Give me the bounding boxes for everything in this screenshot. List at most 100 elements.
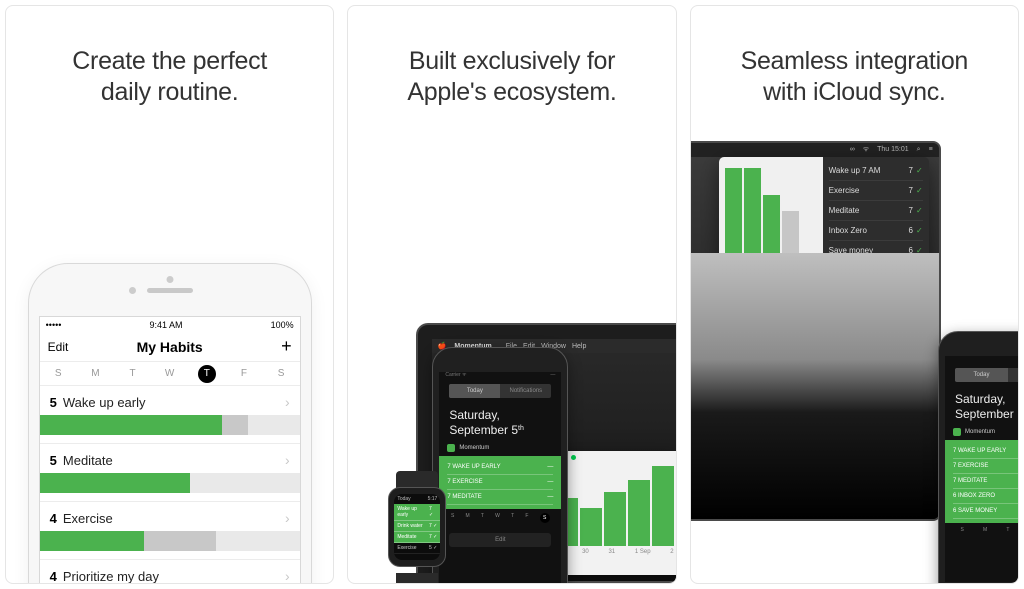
mac-window: 2930311 Sep2 — [550, 451, 676, 575]
status-time: 9:41 AM — [150, 320, 183, 330]
habit-progress-bar — [40, 473, 300, 493]
edit-button[interactable]: Edit — [48, 340, 84, 354]
popover-habit-row[interactable]: Save money6✓ — [829, 241, 923, 261]
chart-bar — [604, 492, 626, 546]
desktop-display-mockup: ∞ ᯤ Thu 15:01 ⌕ ≡ 311 Sep234 Wake up 7 A… — [691, 141, 941, 521]
headline: Create the perfect daily routine. — [6, 6, 333, 109]
stage: ••••• 9:41 AM 100% Edit My Habits + S M T W… — [6, 109, 333, 584]
watch-time: 5:17 — [428, 496, 438, 502]
watch-title: Today — [397, 496, 410, 502]
nav-bar: Edit My Habits + — [40, 332, 300, 362]
mini-week: SMTWTFS — [439, 509, 561, 527]
weekday[interactable]: S — [49, 368, 67, 379]
habit-row[interactable]: 5 Wake up early › — [40, 386, 300, 444]
habit-row[interactable]: 4 Prioritize my day › — [40, 560, 300, 584]
weekday[interactable]: F — [235, 368, 253, 379]
iphone-white-mockup: ••••• 9:41 AM 100% Edit My Habits + S M T W… — [28, 263, 312, 584]
habit-count: 5 — [50, 453, 57, 468]
weekday[interactable]: T — [198, 365, 216, 383]
widget-item[interactable]: 6 INBOX ZERO— — [953, 489, 1018, 504]
nav-title: My Habits — [137, 339, 203, 355]
status-bar: ••••• 9:41 AM 100% — [40, 317, 300, 332]
seg-notifications[interactable]: Notifications — [500, 384, 551, 398]
app-icon — [953, 428, 961, 436]
habit-name: Exercise — [63, 511, 113, 526]
widget-item[interactable]: 7 MEDITATE— — [447, 490, 553, 505]
menubar-item[interactable]: Help — [572, 343, 586, 350]
today-date: Saturday, September — [945, 386, 1018, 426]
stage: 🍎 Momentum FileEditWindowHelp 2930311 Se… — [348, 109, 675, 584]
panel-apple-ecosystem: Built exclusively for Apple's ecosystem.… — [347, 5, 676, 584]
habit-count: 4 — [50, 569, 57, 584]
habit-name: Wake up early — [63, 395, 146, 410]
widget-title: Momentum — [439, 442, 561, 454]
search-icon[interactable]: ⌕ — [917, 146, 921, 154]
chevron-right-icon: › — [285, 394, 290, 410]
weekday[interactable]: T — [124, 368, 142, 379]
popover-chart — [725, 163, 819, 279]
habit-progress-bar — [40, 415, 300, 435]
widget-item[interactable]: 7 MEDITATE— — [953, 474, 1018, 489]
popover-habits: Wake up 7 AM7✓Exercise7✓Meditate7✓Inbox … — [823, 157, 929, 305]
segmented-control[interactable]: Today Notifications — [449, 384, 551, 398]
menubar-popover: 311 Sep234 Wake up 7 AM7✓Exercise7✓Medit… — [719, 157, 929, 305]
popover-habit-row[interactable]: Wake up 7 AM7✓ — [829, 161, 923, 181]
mini-week: SMTWT — [945, 523, 1018, 537]
today-date: Saturday, September 5th — [439, 402, 561, 442]
widget-item[interactable]: 7 WAKE UP EARLY— — [953, 444, 1018, 459]
habit-widget: 7 WAKE UP EARLY—7 EXERCISE—7 MEDITATE—6 … — [945, 440, 1018, 523]
panel-icloud-sync: Seamless integration with iCloud sync. ∞… — [690, 5, 1019, 584]
popover-habit-row[interactable]: Inbox Zero6✓ — [829, 221, 923, 241]
habit-widget: 7 WAKE UP EARLY—7 EXERCISE—7 MEDITATE— — [439, 456, 561, 509]
chevron-right-icon: › — [285, 510, 290, 526]
chart-bar — [580, 508, 602, 546]
chevron-right-icon: › — [285, 452, 290, 468]
mac-chart — [550, 464, 676, 546]
wifi-icon[interactable]: ᯤ — [863, 145, 869, 154]
infinity-icon[interactable]: ∞ — [850, 146, 855, 153]
chart-bar — [628, 480, 650, 546]
chevron-right-icon: › — [285, 568, 290, 584]
panel-create-routine: Create the perfect daily routine. ••••• … — [5, 5, 334, 584]
widget-item[interactable]: 7 EXERCISE— — [447, 475, 553, 490]
habit-name: Meditate — [63, 453, 113, 468]
mac-axis: 2930311 Sep2 — [550, 546, 676, 555]
weekday[interactable]: W — [161, 368, 179, 379]
iphone-black-mockup: Today Saturday, September Momentum 7 WAK… — [938, 331, 1018, 583]
battery: 100% — [271, 320, 294, 330]
weekday[interactable]: M — [86, 368, 104, 379]
popover-habit-row[interactable]: Meditate7✓ — [829, 201, 923, 221]
popover-axis: 311 Sep234 — [725, 283, 819, 293]
mac-menubar: ∞ ᯤ Thu 15:01 ⌕ ≡ — [691, 143, 939, 157]
iphone-screen: ••••• 9:41 AM 100% Edit My Habits + S M T W… — [39, 316, 301, 584]
widget-title: Momentum — [945, 426, 1018, 438]
new-habit-button[interactable]: New Habit — [725, 287, 923, 301]
stage: ∞ ᯤ Thu 15:01 ⌕ ≡ 311 Sep234 Wake up 7 A… — [691, 109, 1018, 584]
segmented-control[interactable]: Today — [955, 368, 1018, 382]
watch-list-done: Wake up early7 ✓Drink water7 ✓Meditate7 … — [394, 504, 440, 543]
menu-icon[interactable]: ≡ — [929, 146, 933, 153]
habits-list: 5 Wake up early › 5 Meditate › 4 Exercise › 4 Prio… — [40, 386, 300, 584]
edit-button[interactable]: Edit — [449, 533, 551, 547]
habit-progress-bar — [40, 531, 300, 551]
habit-name: Prioritize my day — [63, 569, 159, 584]
add-button[interactable]: + — [256, 336, 292, 357]
weekday-row: SMTWTFS — [40, 362, 300, 386]
weekday[interactable]: S — [272, 368, 290, 379]
habit-row[interactable]: 4 Exercise › — [40, 502, 300, 560]
menubar-time: Thu 15:01 — [877, 146, 909, 153]
watch-list-pending: Exercise5 ✓ — [394, 543, 440, 554]
signal: ••••• — [46, 320, 62, 330]
seg-today[interactable]: Today — [955, 368, 1008, 382]
habit-count: 4 — [50, 511, 57, 526]
headline: Built exclusively for Apple's ecosystem. — [348, 6, 675, 109]
chart-bar — [652, 466, 674, 546]
app-icon — [447, 444, 455, 452]
widget-item[interactable]: 7 WAKE UP EARLY— — [447, 460, 553, 475]
seg-today[interactable]: Today — [449, 384, 500, 398]
widget-item[interactable]: 6 SAVE MONEY— — [953, 504, 1018, 519]
habit-count: 5 — [50, 395, 57, 410]
widget-item[interactable]: 7 EXERCISE— — [953, 459, 1018, 474]
habit-row[interactable]: 5 Meditate › — [40, 444, 300, 502]
popover-habit-row[interactable]: Exercise7✓ — [829, 181, 923, 201]
